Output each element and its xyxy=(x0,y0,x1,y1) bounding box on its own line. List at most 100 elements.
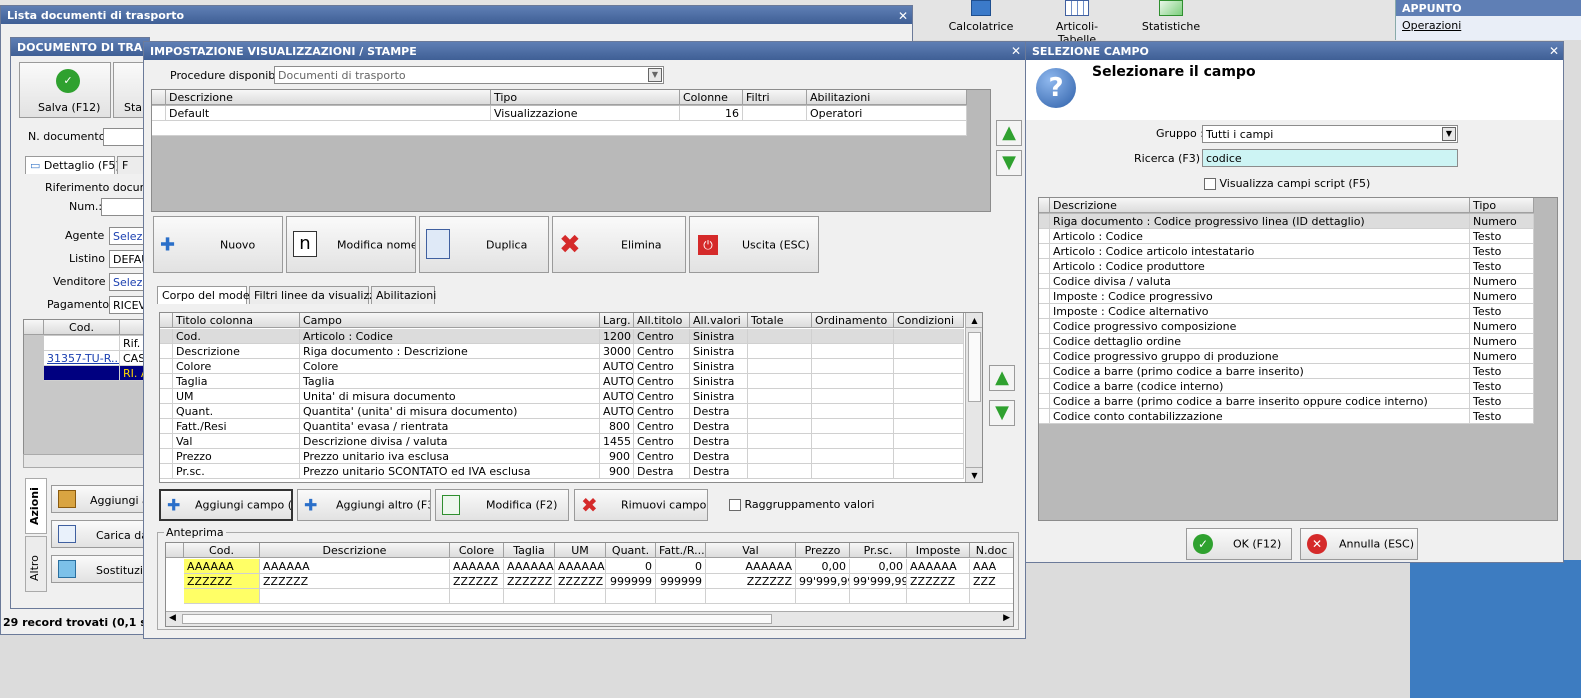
fields-row-descrizione[interactable]: Articolo : Codice xyxy=(1050,229,1470,244)
rimuovi-campo-button[interactable]: ✖ Rimuovi campo xyxy=(574,489,708,521)
fields-row-tipo[interactable]: Numero xyxy=(1470,319,1534,334)
cols-cell-allvalori[interactable]: Sinistra xyxy=(690,329,748,344)
cols-cell-campo[interactable]: Unita' di misura documento xyxy=(300,389,600,404)
cols-cell-titolo[interactable]: Fatt./Resi xyxy=(173,419,300,434)
columns-grid[interactable]: Titolo colonna Campo Larg. All.titolo Al… xyxy=(159,312,983,483)
fields-row-tipo[interactable]: Testo xyxy=(1470,259,1534,274)
ok-button[interactable]: ✓ OK (F12) xyxy=(1186,528,1292,560)
duplica-button[interactable]: Duplica xyxy=(419,216,549,273)
doc-grid-row-link[interactable]: 31357-TU-R... xyxy=(44,351,120,366)
gruppo-chevron-down-icon[interactable]: ▼ xyxy=(1442,127,1456,141)
modifica-campo-button[interactable]: Modifica (F2) xyxy=(435,489,569,521)
cols-cell-larg[interactable]: AUTO xyxy=(600,374,634,389)
fields-row-descrizione[interactable]: Codice dettaglio ordine xyxy=(1050,334,1470,349)
aggiungi-articoli-button[interactable]: Aggiungi ar xyxy=(51,485,149,513)
fields-row-tipo[interactable]: Testo xyxy=(1470,244,1534,259)
fields-row-descrizione[interactable]: Articolo : Codice produttore xyxy=(1050,259,1470,274)
cols-cell-larg[interactable]: 3000 xyxy=(600,344,634,359)
cols-cell-allvalori[interactable]: Destra xyxy=(690,464,748,479)
fields-row-descrizione[interactable]: Codice progressivo gruppo di produzione xyxy=(1050,349,1470,364)
models-row-colonne[interactable]: 16 xyxy=(680,106,743,121)
cols-cell-alltitolo[interactable]: Centro xyxy=(634,389,690,404)
fields-grid[interactable]: Descrizione Tipo Riga documento : Codice… xyxy=(1038,197,1558,521)
fields-row-descrizione[interactable]: Codice a barre (primo codice a barre ins… xyxy=(1050,364,1470,379)
cols-cell-larg[interactable]: 900 xyxy=(600,464,634,479)
cols-cell-titolo[interactable]: Val xyxy=(173,434,300,449)
cols-cell-ordinamento[interactable] xyxy=(812,329,894,344)
cols-cell-campo[interactable]: Colore xyxy=(300,359,600,374)
cols-cell-condizioni[interactable] xyxy=(894,464,964,479)
cols-cell-condizioni[interactable] xyxy=(894,419,964,434)
cols-cell-titolo[interactable]: Descrizione xyxy=(173,344,300,359)
gruppo-select[interactable]: Tutti i campi ▼ xyxy=(1202,125,1458,143)
cols-cell-condizioni[interactable] xyxy=(894,359,964,374)
hscroll-thumb[interactable] xyxy=(182,614,772,624)
cols-cell-ordinamento[interactable] xyxy=(812,449,894,464)
preview-grid[interactable]: Cod. Descrizione Colore Taglia UM Quant. Fatt.… xyxy=(165,542,1014,627)
columns-vscroll[interactable]: ▲ ▼ xyxy=(965,313,982,482)
fields-row-tipo[interactable]: Testo xyxy=(1470,379,1534,394)
scroll-thumb[interactable] xyxy=(968,332,981,402)
carica-button[interactable]: Carica da a xyxy=(51,520,149,548)
models-row-filtri[interactable] xyxy=(743,106,807,121)
fields-row-descrizione[interactable]: Codice a barre (primo codice a barre ins… xyxy=(1050,394,1470,409)
cols-cell-campo[interactable]: Articolo : Codice xyxy=(300,329,600,344)
cols-cell-allvalori[interactable]: Destra xyxy=(690,404,748,419)
tab-corpo-modello[interactable]: Corpo del modello xyxy=(157,286,262,304)
cols-cell-totale[interactable] xyxy=(748,434,812,449)
doc-grid-row[interactable] xyxy=(44,336,120,351)
scroll-down-icon[interactable]: ▼ xyxy=(966,467,982,482)
preview-hscroll[interactable]: ◀ ▶ xyxy=(166,611,1013,626)
appunto-operazioni[interactable]: Operazioni xyxy=(1396,16,1581,35)
cols-cell-alltitolo[interactable]: Centro xyxy=(634,449,690,464)
cols-cell-alltitolo[interactable]: Centro xyxy=(634,359,690,374)
scroll-right-icon[interactable]: ▶ xyxy=(1003,613,1010,623)
ricerca-input[interactable]: codice xyxy=(1202,149,1458,167)
cols-cell-totale[interactable] xyxy=(748,329,812,344)
selezione-close-icon[interactable]: ✕ xyxy=(1549,44,1559,58)
cols-cell-ordinamento[interactable] xyxy=(812,374,894,389)
fields-row-descrizione[interactable]: Codice a barre (codice interno) xyxy=(1050,379,1470,394)
doc-hscroll[interactable] xyxy=(23,454,149,468)
cols-cell-larg[interactable]: 800 xyxy=(600,419,634,434)
cols-cell-titolo[interactable]: Colore xyxy=(173,359,300,374)
column-down-arrow-icon[interactable]: ▼ xyxy=(989,400,1015,426)
cols-cell-condizioni[interactable] xyxy=(894,344,964,359)
elimina-button[interactable]: ✖ Elimina xyxy=(552,216,686,273)
cols-cell-campo[interactable]: Prezzo unitario SCONTATO ed IVA esclusa xyxy=(300,464,600,479)
calculator-button[interactable]: Calcolatrice xyxy=(945,0,1017,38)
chevron-down-icon[interactable]: ▼ xyxy=(648,68,662,82)
cols-cell-larg[interactable]: 900 xyxy=(600,449,634,464)
column-up-arrow-icon[interactable]: ▲ xyxy=(989,365,1015,391)
cols-cell-ordinamento[interactable] xyxy=(812,404,894,419)
impostazione-close-icon[interactable]: ✕ xyxy=(1011,44,1021,58)
cols-cell-titolo[interactable]: Taglia xyxy=(173,374,300,389)
cols-cell-condizioni[interactable] xyxy=(894,434,964,449)
cols-cell-larg[interactable]: AUTO xyxy=(600,404,634,419)
cols-cell-totale[interactable] xyxy=(748,359,812,374)
cols-cell-totale[interactable] xyxy=(748,389,812,404)
cols-cell-totale[interactable] xyxy=(748,404,812,419)
cols-cell-allvalori[interactable]: Destra xyxy=(690,419,748,434)
fields-row-tipo[interactable]: Numero xyxy=(1470,214,1534,229)
cols-cell-totale[interactable] xyxy=(748,449,812,464)
cols-cell-totale[interactable] xyxy=(748,419,812,434)
models-row-abilitazioni[interactable]: Operatori xyxy=(807,106,967,121)
fields-row-tipo[interactable]: Numero xyxy=(1470,289,1534,304)
nuovo-button[interactable]: ✚ Nuovo xyxy=(153,216,283,273)
scroll-up-icon[interactable]: ▲ xyxy=(966,313,982,328)
side-tab-altro[interactable]: Altro xyxy=(25,536,47,592)
move-down-arrow-icon[interactable]: ▼ xyxy=(996,150,1022,176)
move-up-arrow-icon[interactable]: ▲ xyxy=(996,120,1022,146)
statistiche-button[interactable]: Statistiche xyxy=(1140,0,1202,38)
sostituzione-button[interactable]: Sostituzion xyxy=(51,555,149,583)
cols-cell-condizioni[interactable] xyxy=(894,374,964,389)
cols-cell-alltitolo[interactable]: Centro xyxy=(634,374,690,389)
aggiungi-campo-button[interactable]: ✚Aggiungi campo (F4) xyxy=(159,489,293,521)
cols-cell-alltitolo[interactable]: Centro xyxy=(634,329,690,344)
fields-row-descrizione[interactable]: Codice conto contabilizzazione xyxy=(1050,409,1470,424)
cols-cell-condizioni[interactable] xyxy=(894,449,964,464)
save-button[interactable]: ✓ Salva (F12) xyxy=(19,62,111,118)
annulla-button[interactable]: ✕ Annulla (ESC) xyxy=(1300,528,1418,560)
cols-cell-ordinamento[interactable] xyxy=(812,464,894,479)
